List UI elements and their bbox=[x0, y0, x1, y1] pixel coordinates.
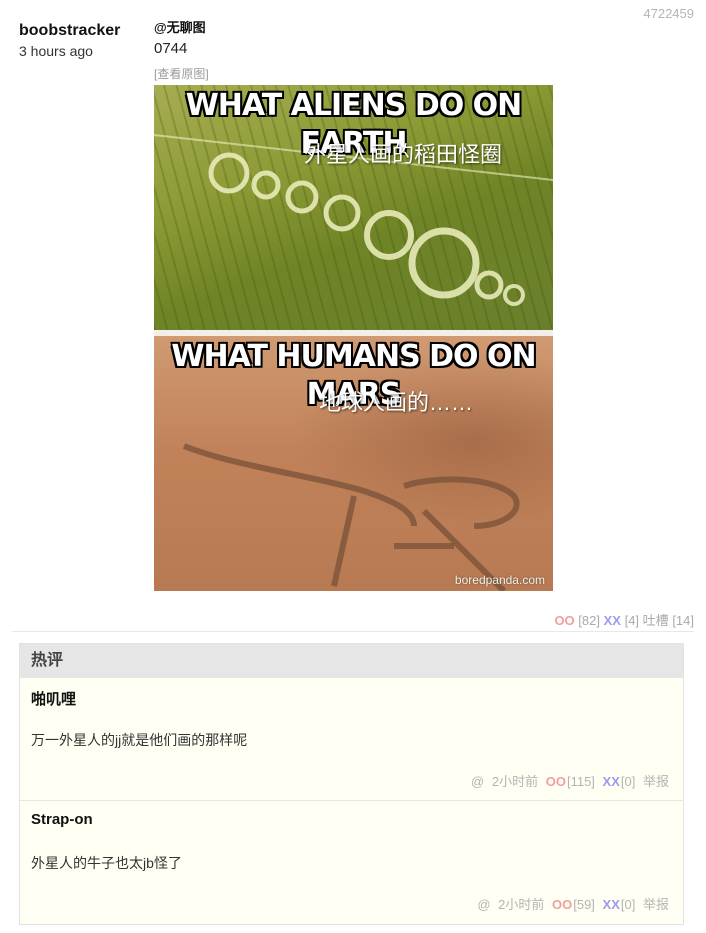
mention-tag[interactable]: @无聊图 bbox=[154, 17, 206, 36]
comment-time: 2小时前 bbox=[491, 774, 539, 789]
comment-item: Strap-on 外星人的牛子也太jb怪了 @ 2小时前 OO[59] XX[0… bbox=[20, 800, 683, 923]
post-time: 3 hours ago bbox=[19, 43, 93, 59]
report-button[interactable]: 举报 bbox=[643, 897, 669, 912]
meme-watermark: boredpanda.com bbox=[454, 573, 545, 587]
oo-vote-button[interactable]: OO bbox=[554, 613, 574, 628]
report-button[interactable]: 举报 bbox=[643, 774, 669, 789]
comment-text: 万一外星人的jj就是他们画的那样呢 bbox=[31, 732, 248, 748]
comment-xx-button[interactable]: XX bbox=[603, 774, 620, 789]
author-name[interactable]: boobstracker bbox=[19, 22, 120, 40]
divider bbox=[12, 631, 694, 632]
reply-at-button[interactable]: @ bbox=[471, 774, 484, 789]
comment-oo-button[interactable]: OO bbox=[546, 774, 566, 789]
comment-item: 啪叽哩 万一外星人的jj就是他们画的那样呢 @ 2小时前 OO[115] XX[… bbox=[20, 678, 683, 800]
comment-oo-count: [59] bbox=[573, 897, 595, 912]
comment-author[interactable]: 啪叽哩 bbox=[31, 688, 76, 709]
meme-top-subtitle: 外星人画的稻田怪圈 bbox=[304, 142, 503, 167]
tucao-button[interactable]: 吐槽 bbox=[643, 613, 669, 628]
hot-comments-section: 热评 啪叽哩 万一外星人的jj就是他们画的那样呢 @ 2小时前 OO[115] … bbox=[19, 643, 684, 925]
comment-xx-count: [0] bbox=[620, 774, 636, 789]
xx-count: [4] bbox=[624, 613, 640, 628]
comment-xx-count: [0] bbox=[620, 897, 636, 912]
post-vote-bar: OO [82] XX [4] 吐槽 [14] bbox=[554, 610, 694, 629]
comment-meta: @ 2小时前 OO[115] XX[0] 举报 bbox=[467, 771, 669, 790]
xx-vote-button[interactable]: XX bbox=[604, 613, 621, 628]
comment-meta: @ 2小时前 OO[59] XX[0] 举报 bbox=[473, 894, 669, 913]
tucao-count: [14] bbox=[672, 613, 694, 628]
post-code: 0744 bbox=[154, 40, 188, 57]
comment-oo-button[interactable]: OO bbox=[552, 897, 572, 912]
meme-bottom-subtitle: 地球人画的…… bbox=[319, 390, 474, 415]
comment-text: 外星人的牛子也太jb怪了 bbox=[31, 855, 182, 871]
comment-author[interactable]: Strap-on bbox=[31, 811, 93, 828]
comment-oo-count: [115] bbox=[566, 774, 595, 789]
view-original-link[interactable]: [查看原图] bbox=[154, 65, 209, 82]
reply-at-button[interactable]: @ bbox=[477, 897, 490, 912]
comment-xx-button[interactable]: XX bbox=[603, 897, 620, 912]
meme-image[interactable]: WHAT ALIENS DO ON EARTH 外星人画的稻田怪圈 WHAT H… bbox=[154, 85, 553, 591]
hot-comments-title: 热评 bbox=[20, 644, 683, 678]
comment-time: 2小时前 bbox=[498, 897, 545, 912]
post-id: 4722459 bbox=[643, 6, 694, 21]
oo-count: [82] bbox=[578, 613, 600, 628]
